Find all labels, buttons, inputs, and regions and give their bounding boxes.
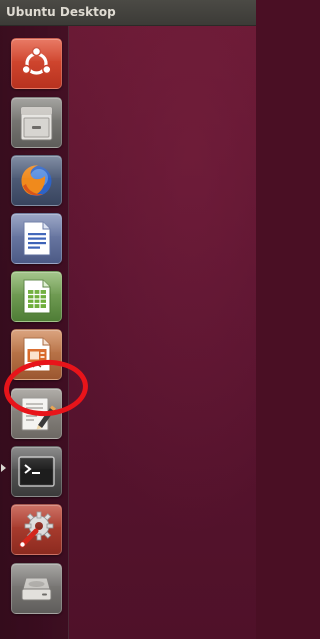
files-launcher[interactable] — [11, 97, 62, 148]
writer-launcher[interactable] — [11, 213, 62, 264]
text-editor-launcher[interactable] — [11, 388, 62, 439]
calc-launcher[interactable] — [11, 271, 62, 322]
settings-gear-wrench-icon — [19, 511, 54, 548]
hard-drive-icon — [21, 577, 52, 601]
dash-home-button[interactable] — [11, 38, 62, 89]
impress-launcher[interactable] — [11, 329, 62, 380]
firefox-launcher[interactable] — [11, 155, 62, 206]
firefox-icon — [21, 165, 52, 196]
running-app-indicator — [1, 464, 6, 472]
ubuntu-logo-icon — [21, 46, 52, 75]
launcher-bar — [0, 26, 69, 639]
impress-presentation-icon — [23, 337, 51, 372]
terminal-prompt-icon — [18, 456, 55, 487]
writer-document-icon — [23, 221, 51, 256]
text-editor-pencil-icon — [21, 397, 56, 431]
system-settings-launcher[interactable] — [11, 504, 62, 555]
drive-launcher[interactable] — [11, 563, 62, 614]
top-panel: Ubuntu Desktop — [0, 0, 256, 26]
calc-spreadsheet-icon — [23, 279, 51, 314]
window-title: Ubuntu Desktop — [6, 5, 116, 19]
file-cabinet-icon — [20, 106, 53, 141]
terminal-launcher[interactable] — [11, 446, 62, 497]
